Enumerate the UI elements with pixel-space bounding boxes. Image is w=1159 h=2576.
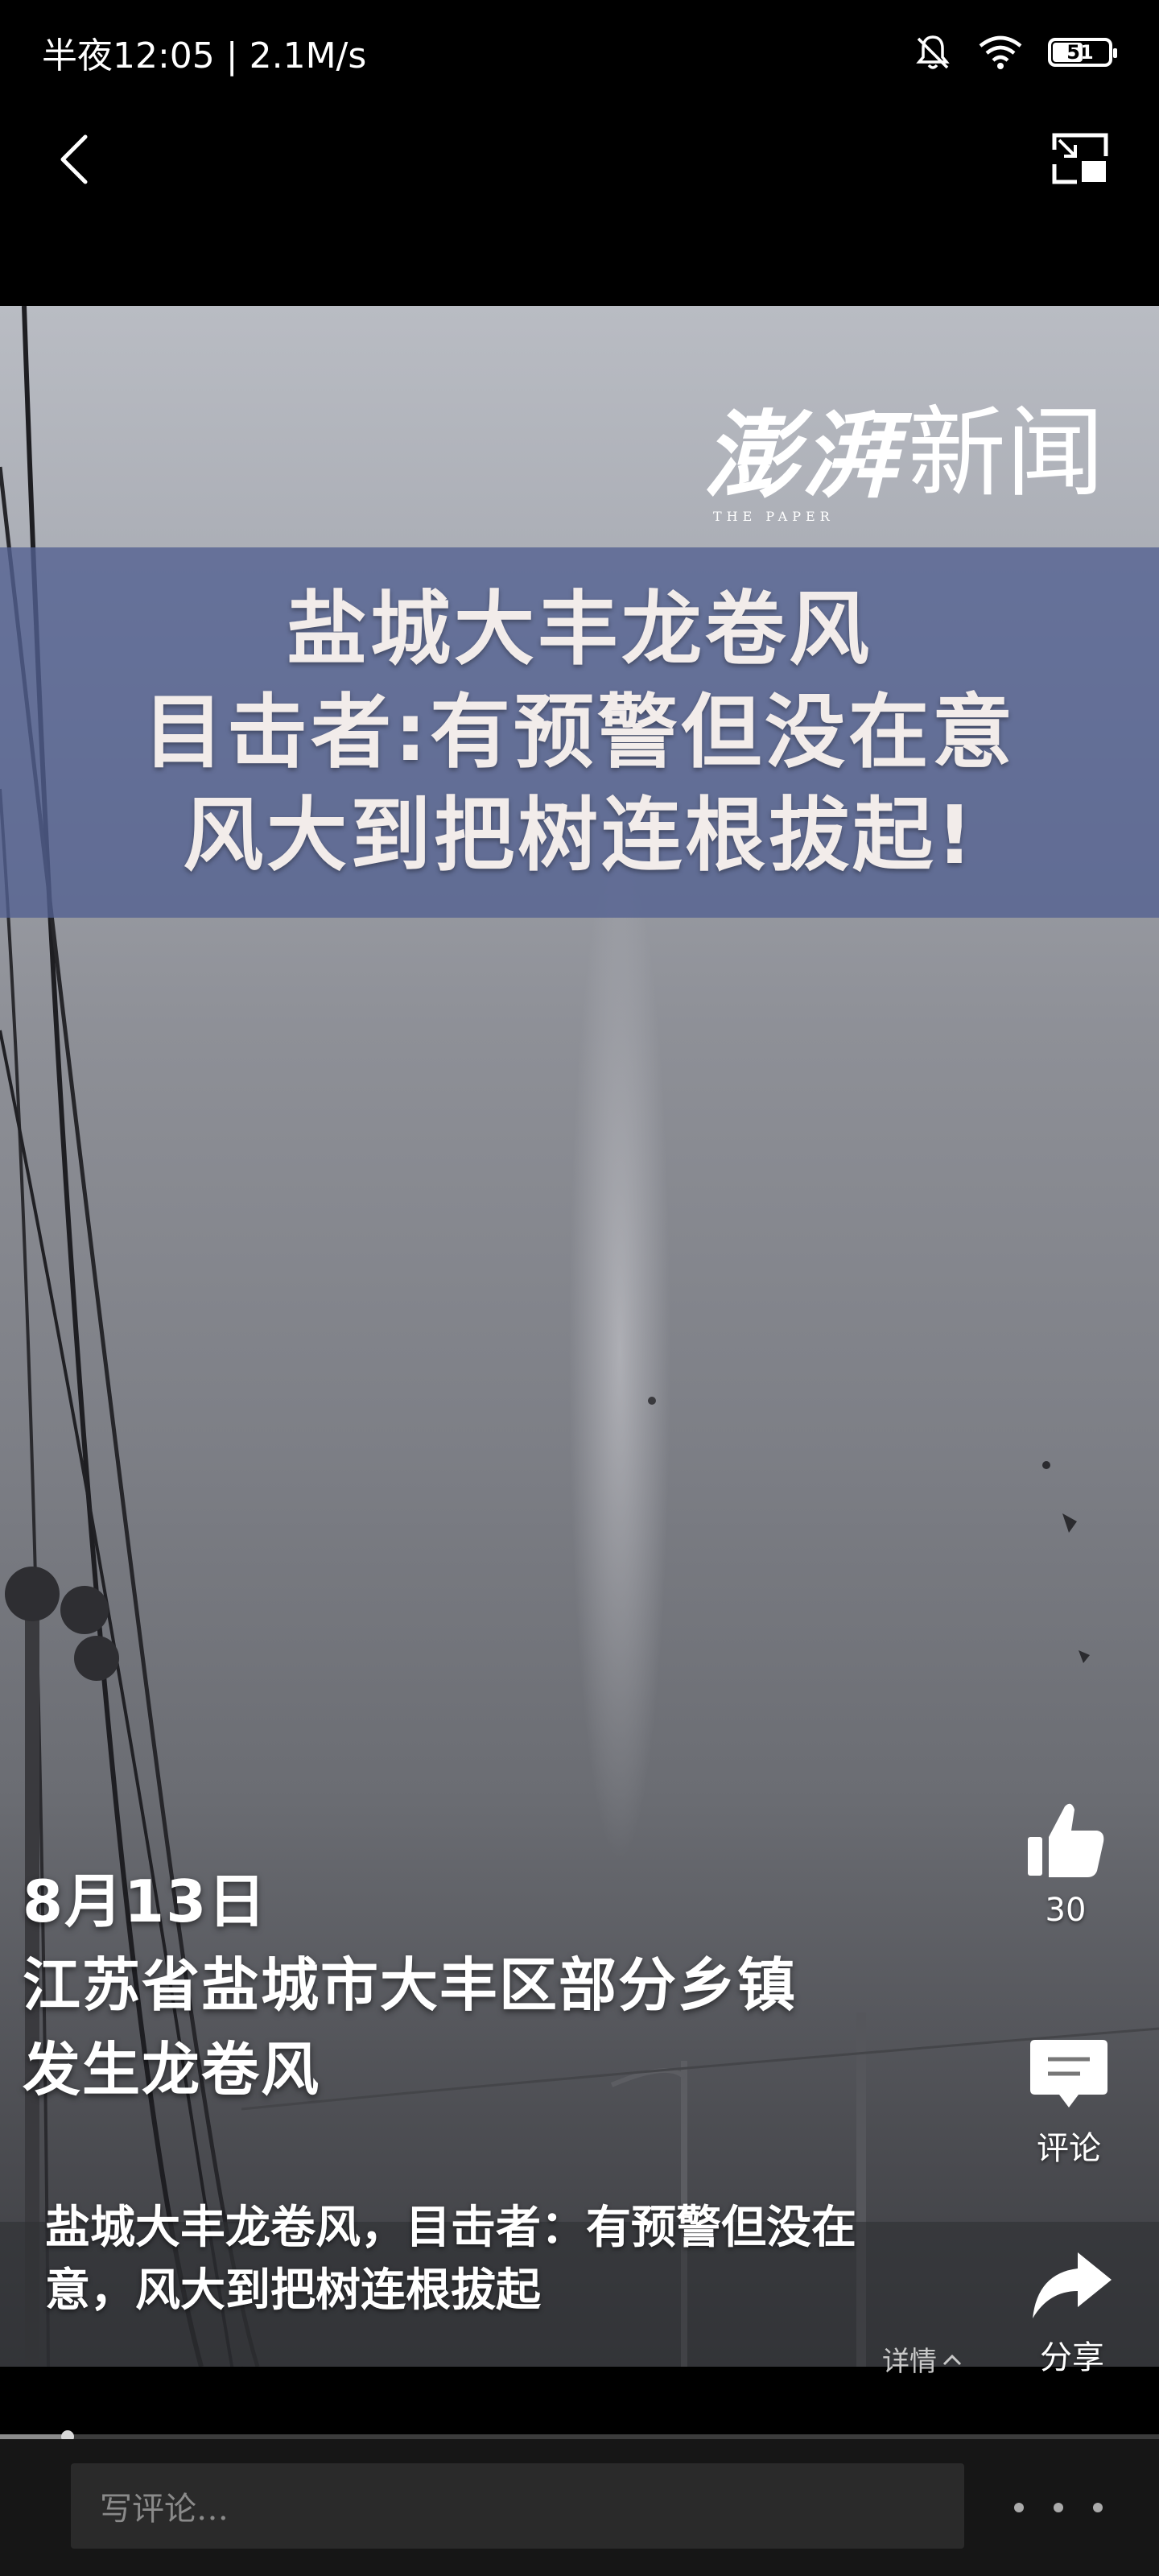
dot-icon: [1093, 2503, 1103, 2512]
like-count: 30: [1045, 1892, 1087, 1929]
headline-line: 盐城大丰龙卷风: [287, 582, 872, 676]
video-headline-band: 盐城大丰龙卷风 目击者:有预警但没在意 风大到把树连根拔起!: [0, 547, 1159, 918]
logo-news: 新闻: [908, 396, 1104, 510]
thumbs-up-icon: [1028, 1803, 1104, 1877]
logo-brand: 澎湃: [703, 399, 900, 511]
comment-label: 评论: [1037, 2130, 1101, 2167]
more-options-button[interactable]: [1014, 2487, 1103, 2528]
dot-icon: [1014, 2503, 1024, 2512]
caption-line: 发生龙卷风: [23, 2035, 321, 2103]
battery-level: 51: [1066, 41, 1094, 64]
battery-icon: 51: [1048, 38, 1117, 67]
chevron-up-icon: [942, 2354, 962, 2365]
share-button[interactable]: 分享: [1016, 2246, 1128, 2378]
share-arrow-icon: [1033, 2252, 1112, 2318]
status-time: 半夜12:05 | 2.1M/s: [42, 35, 367, 76]
caption-line: 8月13日: [23, 1868, 268, 1935]
status-icons: 51: [913, 32, 1117, 72]
top-bar: [0, 113, 1159, 209]
details-toggle[interactable]: 详情: [882, 2339, 963, 2379]
details-label: 详情: [882, 2346, 937, 2378]
wifi-icon: [979, 35, 1022, 69]
video-title: 盐城大丰龙卷风，目击者：有预警但没在 意，风大到把树连根拔起: [45, 2196, 856, 2322]
comment-button[interactable]: 评论: [1013, 2037, 1125, 2169]
comment-input[interactable]: 写评论…: [71, 2463, 964, 2549]
video-caption: 8月13日 江苏省盐城市大丰区部分乡镇 发生龙卷风: [23, 1860, 797, 2112]
status-bar: 半夜12:05 | 2.1M/s 51: [0, 0, 1159, 105]
caption-line: 江苏省盐城市大丰区部分乡镇: [23, 1951, 798, 2020]
bottom-bar: 写评论…: [0, 2439, 1159, 2576]
video-title-line: 盐城大丰龙卷风，目击者：有预警但没在: [45, 2201, 856, 2254]
comment-placeholder: 写评论…: [100, 2491, 229, 2528]
comment-icon: [1030, 2040, 1107, 2107]
picture-in-picture-icon[interactable]: [1051, 132, 1109, 185]
headline-line: 风大到把树连根拔起!: [183, 788, 976, 882]
headline-line: 目击者:有预警但没在意: [143, 685, 1016, 779]
video-player[interactable]: 澎湃 新闻 THE PAPER 盐城大丰龙卷风 目击者:有预警但没在意 风大到把…: [0, 306, 1159, 2367]
logo-subtitle: THE PAPER: [712, 509, 835, 524]
share-label: 分享: [1040, 2339, 1104, 2376]
video-title-line: 意，风大到把树连根拔起: [45, 2264, 541, 2318]
bell-muted-icon: [916, 35, 950, 69]
like-button[interactable]: 30: [1009, 1795, 1122, 1929]
dot-icon: [1054, 2503, 1063, 2512]
the-paper-logo: 澎湃 新闻 THE PAPER: [703, 374, 1104, 524]
chevron-left-icon[interactable]: [47, 127, 111, 192]
